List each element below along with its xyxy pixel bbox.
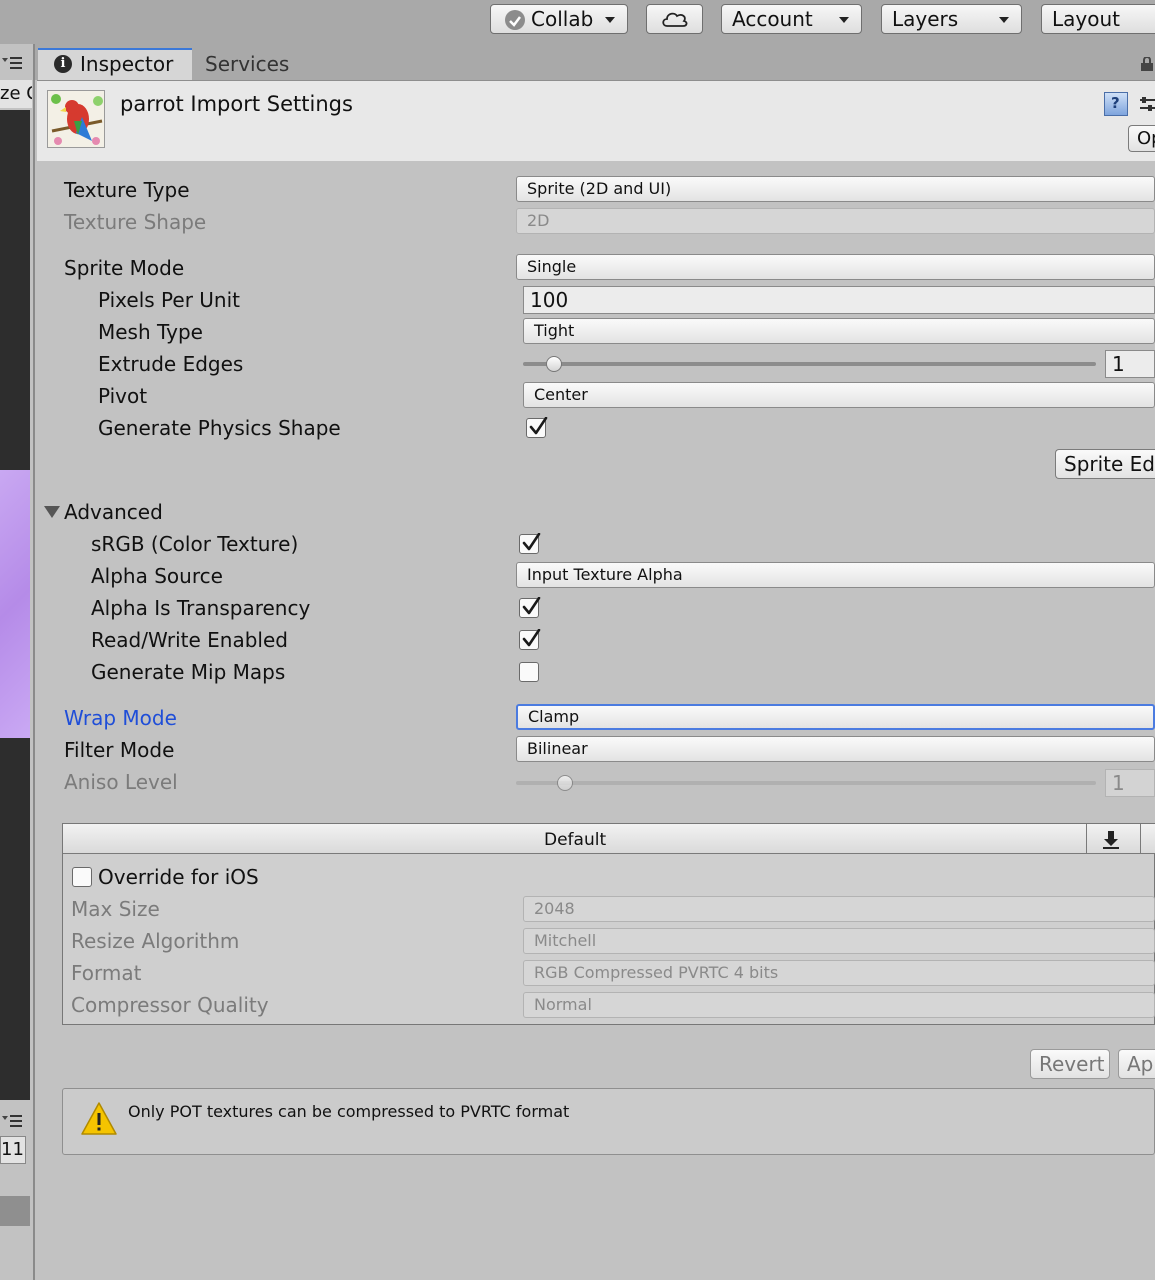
scene-preview-image <box>0 470 30 738</box>
download-icon[interactable] <box>1100 829 1122 851</box>
pivot-dropdown[interactable]: Center <box>523 382 1155 408</box>
panel-divider[interactable] <box>33 44 35 1280</box>
max-size-label: Max Size <box>71 897 160 921</box>
generate-physics-shape-checkbox[interactable] <box>526 417 548 438</box>
collab-label: Collab <box>531 7 594 31</box>
sprite-mode-dropdown[interactable]: Single <box>516 254 1155 280</box>
chevron-down-icon <box>839 17 849 23</box>
open-button[interactable]: Op <box>1128 125 1155 152</box>
revert-button[interactable]: Revert <box>1030 1049 1110 1079</box>
layers-label: Layers <box>892 7 959 31</box>
compressor-quality-dropdown: Normal <box>523 992 1155 1018</box>
collab-check-icon <box>505 10 525 30</box>
wrap-mode-dropdown[interactable]: Clamp <box>516 704 1155 730</box>
extrude-edges-slider-handle[interactable] <box>545 356 562 372</box>
tab-default[interactable]: Default <box>544 826 606 854</box>
format-dropdown: RGB Compressed PVRTC 4 bits <box>523 960 1155 986</box>
aniso-level-slider-handle <box>556 775 573 791</box>
platform-tab-bar <box>63 824 1155 854</box>
max-size-dropdown: 2048 <box>523 896 1155 922</box>
filter-mode-label: Filter Mode <box>64 738 175 762</box>
inspector-tabbar <box>35 44 1155 80</box>
alpha-source-label: Alpha Source <box>91 564 223 588</box>
collab-button[interactable]: Collab <box>490 4 628 34</box>
override-ios-label: Override for iOS <box>98 865 259 889</box>
left-panel-menu-icon-lower[interactable] <box>0 1110 30 1132</box>
texture-type-label: Texture Type <box>64 178 190 202</box>
generate-mip-maps-label: Generate Mip Maps <box>91 660 286 684</box>
extrude-edges-label: Extrude Edges <box>98 352 244 376</box>
lock-icon[interactable] <box>1140 56 1154 71</box>
aniso-level-slider <box>516 781 1096 785</box>
srgb-checkbox[interactable] <box>519 533 541 554</box>
checkmark-icon <box>522 533 541 551</box>
cloud-icon <box>662 12 688 27</box>
resize-algorithm-label: Resize Algorithm <box>71 929 240 953</box>
sprite-editor-button[interactable]: Sprite Edi <box>1055 449 1155 479</box>
alpha-source-dropdown[interactable]: Input Texture Alpha <box>516 562 1155 588</box>
page-title: parrot Import Settings <box>120 92 353 116</box>
warning-icon <box>80 1100 118 1138</box>
extrude-edges-field[interactable]: 1 <box>1105 350 1155 378</box>
checkmark-icon <box>522 597 541 615</box>
chevron-down-icon <box>999 17 1009 23</box>
cloud-button[interactable] <box>646 4 703 34</box>
format-label: Format <box>71 961 142 985</box>
texture-shape-label: Texture Shape <box>64 210 207 234</box>
layout-dropdown[interactable]: Layout <box>1041 4 1155 34</box>
checkmark-icon <box>522 629 541 647</box>
generate-mip-maps-checkbox[interactable] <box>519 662 539 682</box>
left-panel-counter: 11 <box>0 1136 26 1164</box>
alpha-is-transparency-label: Alpha Is Transparency <box>91 596 311 620</box>
left-panel-search[interactable]: ze O <box>0 80 32 108</box>
resize-algorithm-dropdown: Mitchell <box>523 928 1155 954</box>
mesh-type-label: Mesh Type <box>98 320 203 344</box>
account-label: Account <box>732 7 813 31</box>
compressor-quality-label: Compressor Quality <box>71 993 269 1017</box>
srgb-label: sRGB (Color Texture) <box>91 532 299 556</box>
tab-inspector-label: Inspector <box>80 52 174 76</box>
wrap-mode-label: Wrap Mode <box>64 706 177 730</box>
tab-divider-2 <box>1140 824 1141 854</box>
override-ios-checkbox[interactable] <box>72 867 92 887</box>
texture-type-dropdown[interactable]: Sprite (2D and UI) <box>516 176 1155 202</box>
advanced-foldout-arrow-icon[interactable] <box>44 506 60 518</box>
apply-button[interactable]: Ap <box>1118 1049 1155 1079</box>
mesh-type-dropdown[interactable]: Tight <box>523 318 1155 344</box>
checkmark-icon <box>529 417 548 435</box>
alpha-is-transparency-checkbox[interactable] <box>519 597 541 618</box>
help-book-icon[interactable]: ? <box>1104 92 1128 116</box>
left-panel-menu-icon[interactable] <box>0 52 30 74</box>
chevron-down-icon <box>605 17 615 23</box>
generate-physics-shape-label: Generate Physics Shape <box>98 416 341 440</box>
layout-label: Layout <box>1052 7 1120 31</box>
account-dropdown[interactable]: Account <box>721 4 862 34</box>
read-write-label: Read/Write Enabled <box>91 628 288 652</box>
advanced-section-label[interactable]: Advanced <box>64 498 163 526</box>
read-write-checkbox[interactable] <box>519 629 541 650</box>
aniso-level-label: Aniso Level <box>64 770 178 794</box>
warning-message: Only POT textures can be compressed to P… <box>128 1102 570 1121</box>
sprite-mode-label: Sprite Mode <box>64 256 185 280</box>
pivot-label: Pivot <box>98 384 148 408</box>
info-icon: i <box>54 55 72 73</box>
extrude-edges-slider[interactable] <box>523 362 1096 366</box>
tab-services[interactable]: Services <box>205 50 289 78</box>
settings-sliders-icon[interactable] <box>1138 94 1155 116</box>
parrot-thumbnail <box>47 90 105 148</box>
pixels-per-unit-label: Pixels Per Unit <box>98 288 240 312</box>
layers-dropdown[interactable]: Layers <box>881 4 1022 34</box>
tab-inspector[interactable]: i Inspector <box>38 48 192 80</box>
aniso-level-field: 1 <box>1105 769 1155 797</box>
filter-mode-dropdown[interactable]: Bilinear <box>516 736 1155 762</box>
texture-shape-dropdown: 2D <box>516 208 1155 234</box>
tab-divider <box>1086 824 1087 854</box>
left-panel-selected-row <box>0 1196 30 1226</box>
pixels-per-unit-field[interactable]: 100 <box>523 286 1155 314</box>
